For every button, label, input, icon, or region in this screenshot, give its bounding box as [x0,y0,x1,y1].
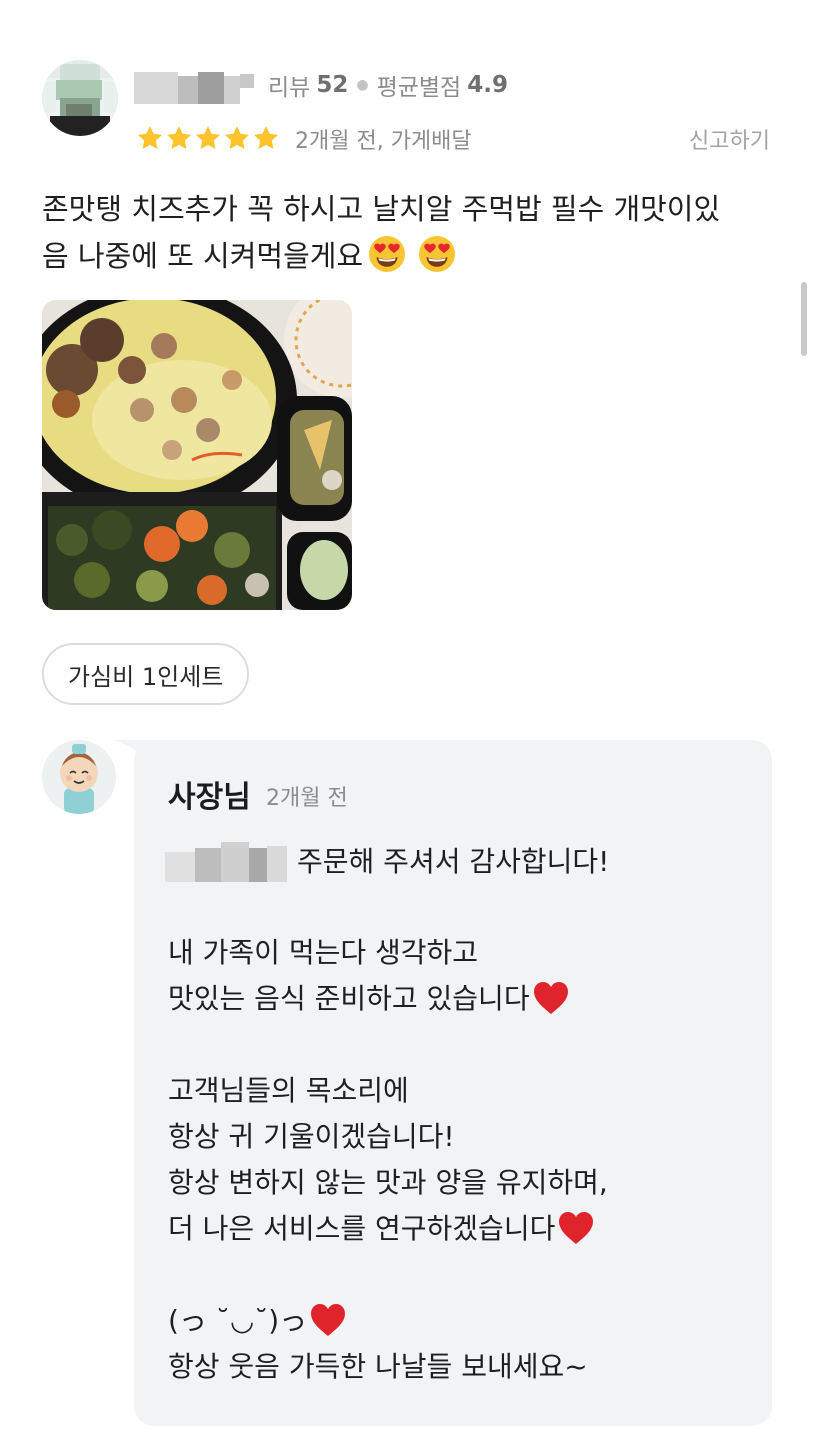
red-heart-icon [559,1212,594,1244]
owner-name: 사장님 [168,780,251,815]
star-icon [137,126,163,149]
red-heart-icon [533,982,568,1014]
reviewer-name-redacted [134,70,254,106]
reviewer-stats: 리뷰 52 ● 평균별점 4.9 [268,70,508,101]
owner-avatar [42,740,116,814]
reply-line-5: 항상 변하지 않는 맛과 양을 유지하며, [168,1166,608,1199]
rating-stars [136,124,280,152]
heart-eyes-emoji-icon [419,236,456,272]
reply-greeting: 주문해 주셔서 감사합니다! [297,845,610,878]
reply-body: 내 가족이 먹는다 생각하고 맛있는 음식 준비하고 있습니다 고객님들의 목소… [168,930,758,1390]
reply-line-2: 맛있는 음식 준비하고 있습니다 [168,976,758,1022]
reply-line-3: 고객님들의 목소리에 [168,1074,409,1107]
reply-line-4: 항상 귀 기울이겠습니다! [168,1120,455,1153]
review-photo[interactable] [42,300,352,610]
review-text-line-1: 존맛탱 치즈추가 꼭 하시고 날치알 주먹밥 필수 개맛이있 [42,192,721,226]
red-heart-icon [311,1304,346,1336]
heart-eyes-emoji-icon [369,236,406,272]
ordered-menu-chip[interactable]: 가심비 1인세트 [42,643,250,705]
separator-dot: ● [356,77,369,93]
review-count-label: 리뷰 [268,75,311,101]
customer-name-redacted [165,842,287,884]
star-icon [253,126,279,149]
reviewer-avatar[interactable] [42,60,118,136]
review-text: 존맛탱 치즈추가 꼭 하시고 날치알 주먹밥 필수 개맛이있 음 나중에 또 시… [42,186,782,280]
food-photo-image [42,300,352,610]
reply-line-1: 내 가족이 먹는다 생각하고 [168,936,479,969]
scrollbar[interactable] [801,282,807,356]
rating-avg-label: 평균별점 [376,75,462,101]
star-icon [224,126,250,149]
reply-line-7: (っ ˘◡˘)っ [168,1298,758,1344]
reply-line-6: 더 나은 서비스를 연구하겠습니다 [168,1206,758,1252]
rating-avg: 4.9 [467,72,508,98]
star-icon [195,126,221,149]
reply-line-blank [168,1022,758,1068]
reply-line-8: 항상 웃음 가득한 나날들 보내세요~ [168,1350,588,1383]
owner-reply-date: 2개월 전 [266,786,348,811]
report-button[interactable]: 신고하기 [689,123,770,155]
owner-character-icon [42,740,116,814]
review-text-line-2: 음 나중에 또 시켜먹을게요 [42,239,364,273]
reply-line-blank [168,1252,758,1298]
star-icon [166,126,192,149]
review-date: 2개월 전, 가게배달 [295,129,472,154]
review-count: 52 [316,72,349,98]
